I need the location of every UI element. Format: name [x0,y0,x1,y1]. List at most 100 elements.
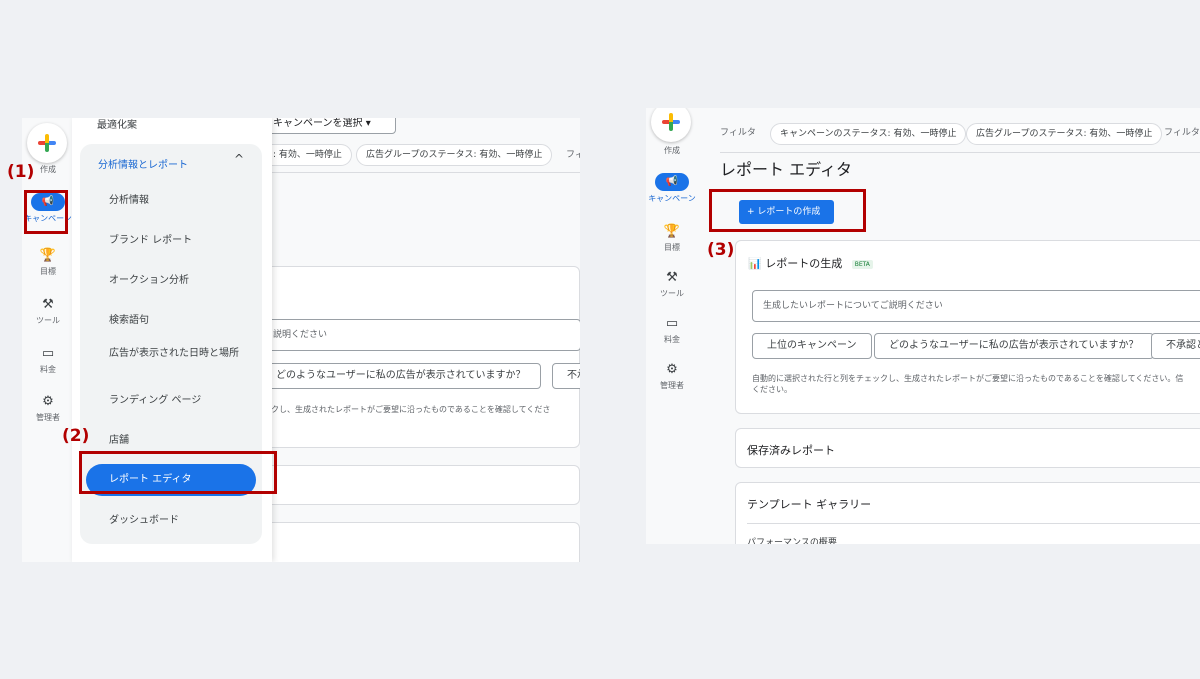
nav-campaigns-label: キャンペーン [648,194,696,203]
menu-item-dashboard[interactable]: ダッシュボード [109,514,249,528]
unapproved-chip-label: 不承 [567,370,580,381]
campaign-status-chip-label: キャンペーンのステータス: 有効、一時停止 [780,129,957,139]
beta-badge: BETA [851,259,873,269]
menu-item-when-where[interactable]: 広告が表示された日時と場所 [109,347,239,361]
nav-campaigns[interactable]: 📢 キャンペーン [646,173,698,204]
suggestion-users[interactable]: どのようなユーザーに私の広告が表示されていますか？ [874,333,1154,359]
card-icon: ▭ [41,346,55,361]
chevron-down-icon: ▾ [365,118,371,129]
menu-item-stores[interactable]: 店舗 [109,434,249,448]
divider [720,152,1200,153]
describe-input[interactable]: 生成したいレポートについてご説明ください [752,290,1200,322]
menu-item-recommendations[interactable]: 最適化案 [97,118,137,131]
note-text-line2: ください。 [752,385,792,394]
suggestion-unapproved-label: 不承認と [1166,340,1200,351]
note-text: 自動的に選択された行と列をチェックし、生成されたレポートがご要望に沿ったものであ… [752,374,1184,383]
annotation-step2: (2) [62,426,90,446]
describe-input-text: 説明ください [273,330,328,340]
chevron-up-icon[interactable]: ^ [234,152,244,166]
campaign-status-chip[interactable]: キャンペーンのステータス: 有効、一時停止 [770,123,967,145]
suggestion-chip-label: どのようなユーザーに私の広告が表示されていますか？ [276,370,526,381]
create-button[interactable] [27,123,67,163]
select-campaign-button[interactable]: キャンペーンを選択 ▾ [268,118,396,134]
status-chip-label: : 有効、一時停止 [273,150,342,160]
report-generate-card: 説明ください どのようなユーザーに私の広告が表示されていますか？ 不承 クし、生… [261,266,580,448]
performance-overview-label[interactable]: パフォーマンスの概要 [747,535,837,544]
highlight-report-editor [79,451,277,494]
menu-item-insights[interactable]: 分析情報 [109,194,249,208]
nav-goals-label: 目標 [664,243,680,252]
suggestion-chip[interactable]: どのようなユーザーに私の広告が表示されていますか？ [261,363,541,389]
unapproved-chip[interactable]: 不承 [552,363,580,389]
menu-item-auction[interactable]: オークション分析 [109,274,249,288]
divider [272,172,580,173]
nav-goals-label: 目標 [40,267,56,276]
nav-billing[interactable]: ▭ 料金 [646,316,698,345]
annotation-step3: (3) [707,240,735,260]
nav-admin[interactable]: ⚙ 管理者 [646,362,698,391]
describe-input[interactable]: 説明ください [263,319,580,351]
nav-billing-label: 料金 [40,365,56,374]
gen-title: レポートの生成 [765,257,843,270]
divider [747,523,1200,524]
highlight-create-report [709,189,866,232]
template-gallery-card[interactable]: テンプレート ギャラリー パフォーマンスの概要 [735,482,1200,544]
filter-partial: フィ [566,150,580,160]
template-gallery-label: テンプレート ギャラリー [747,498,872,511]
plus-icon-vertical [669,113,673,131]
nav-goals[interactable]: 🏆 目標 [22,248,74,277]
suggestion-unapproved[interactable]: 不承認と [1151,333,1200,359]
nav-tools-label: ツール [660,289,684,298]
note-text: クし、生成されたレポートがご要望に沿ったものであることを確認してくださ [271,405,551,414]
describe-input-placeholder: 生成したいレポートについてご説明ください [763,301,943,311]
adgroup-status-chip-label: 広告グループのステータス: 有効、一時停止 [976,129,1153,139]
nav-admin-label: 管理者 [36,413,60,422]
adgroup-status-chip[interactable]: 広告グループのステータス: 有効、一時停止 [966,123,1163,145]
select-campaign-label: キャンペーンを選択 [273,118,363,129]
saved-reports-card[interactable]: 保存済みレポート [735,428,1200,468]
filter-label: フィルタ [720,128,756,138]
chart-sparkle-icon: 📊 [748,257,762,270]
adgroup-chip-label: 広告グループのステータス: 有効、一時停止 [366,150,543,160]
suggestion-top-campaigns-label: 上位のキャンペーン [767,340,857,351]
nav-goals[interactable]: 🏆 目標 [646,224,698,253]
right-rail: 作成 📢 キャンペーン 🏆 目標 ⚒ ツール ▭ 料金 ⚙ 管理者 [646,108,696,544]
trophy-icon: 🏆 [39,248,57,263]
annotation-step1: (1) [7,162,35,182]
nav-tools[interactable]: ⚒ ツール [22,297,74,326]
insights-menu: 最適化案 分析情報とレポート ^ 分析情報 ブランド レポート オークション分析… [72,118,272,562]
nav-billing-label: 料金 [664,335,680,344]
trophy-icon: 🏆 [663,224,681,239]
left-screenshot: キャンペーンを選択 ▾ : 有効、一時停止 広告グループのステータス: 有効、一… [22,118,580,562]
nav-tools[interactable]: ⚒ ツール [646,270,698,299]
gen-header: 📊 レポートの生成 BETA [748,255,873,271]
gear-icon: ⚙ [666,362,678,377]
left-content-area: キャンペーンを選択 ▾ : 有効、一時停止 広告グループのステータス: 有効、一… [261,118,580,562]
menu-item-brand-report[interactable]: ブランド レポート [109,234,249,248]
nav-tools-label: ツール [36,316,60,325]
nav-admin[interactable]: ⚙ 管理者 [22,394,74,423]
highlight-campaigns [24,190,68,234]
left-rail: 作成 📢 キャンペーン 🏆 目標 ⚒ ツール ▭ 料金 ⚙ 管理者 [22,118,74,562]
menu-item-search-terms[interactable]: 検索語句 [109,314,249,328]
nav-admin-label: 管理者 [660,381,684,390]
saved-reports-card[interactable] [262,465,580,505]
nav-billing[interactable]: ▭ 料金 [22,346,74,375]
suggestion-top-campaigns[interactable]: 上位のキャンペーン [752,333,872,359]
menu-item-landing-page[interactable]: ランディング ページ [109,394,249,408]
gear-icon: ⚙ [42,394,54,409]
right-screenshot: 作成 📢 キャンペーン 🏆 目標 ⚒ ツール ▭ 料金 ⚙ 管理者 フィルタ キャンペー… [646,108,1200,544]
page-title: レポート エディタ [720,160,852,179]
status-chip[interactable]: : 有効、一時停止 [264,144,352,166]
filter-label-2: フィルタ [1164,128,1200,138]
tools-icon: ⚒ [42,297,54,312]
tools-icon: ⚒ [666,270,678,285]
template-card[interactable] [262,522,580,562]
report-generate-card: 📊 レポートの生成 BETA 生成したいレポートについてご説明ください 上位のキ… [735,240,1200,414]
create-button[interactable] [651,108,691,142]
group-header-label[interactable]: 分析情報とレポート [98,156,188,171]
suggestion-users-label: どのようなユーザーに私の広告が表示されていますか？ [889,340,1139,351]
plus-icon-vertical [45,134,49,152]
saved-reports-label: 保存済みレポート [747,444,835,457]
adgroup-chip[interactable]: 広告グループのステータス: 有効、一時停止 [356,144,553,166]
